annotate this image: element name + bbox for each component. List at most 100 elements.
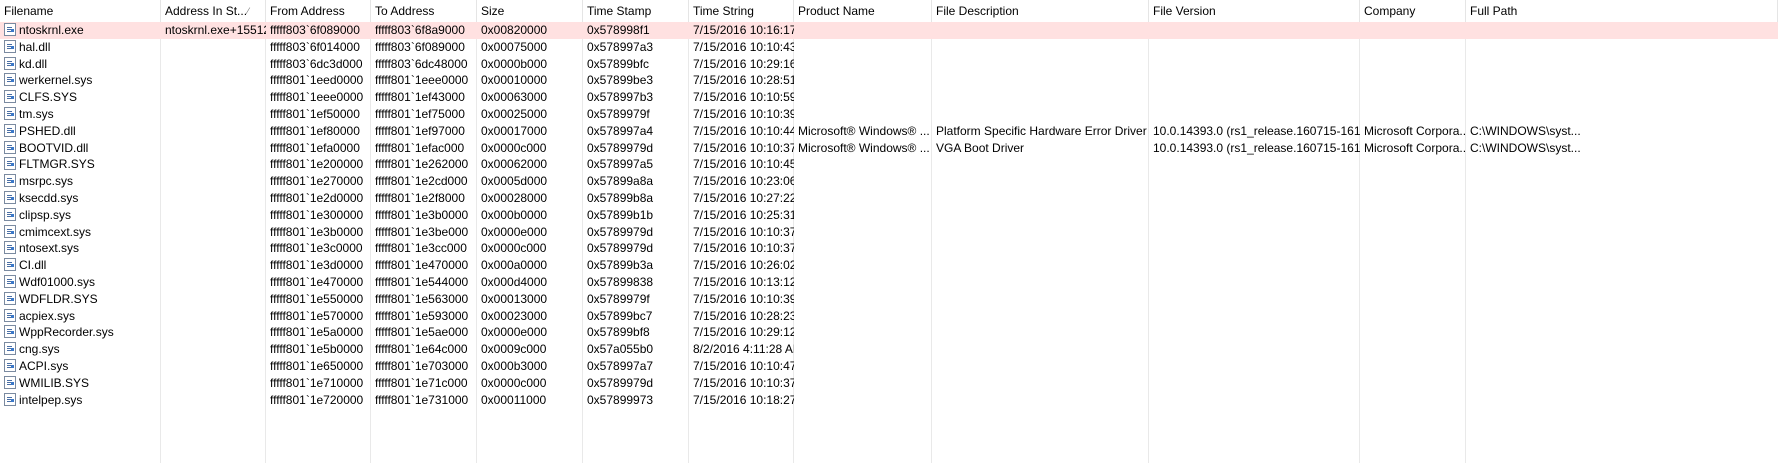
cell-text: intelpep.sys — [19, 392, 83, 407]
cell-time-string: 7/15/2016 10:18:27... — [689, 392, 794, 409]
column-header-bar: Filename Address In St... ⁄ From Address To … — [0, 0, 1778, 22]
cell-text: fffff801`1e703000 — [375, 358, 469, 373]
column-header-file-version[interactable]: File Version — [1149, 0, 1360, 22]
table-row[interactable]: kd.dll fffff803`6dc3d000 fffff803`6dc48000… — [0, 56, 1778, 73]
cell-text: VGA Boot Driver — [936, 140, 1025, 155]
cell-file-description — [932, 173, 1149, 190]
cell-text: 0x578997b3 — [587, 90, 654, 105]
cell-address-in-stack — [161, 156, 266, 173]
table-row[interactable]: clipsp.sys fffff801`1e300000 fffff801`1e3b… — [0, 207, 1778, 224]
cell-filename: kd.dll — [0, 56, 161, 73]
cell-address-in-stack — [161, 240, 266, 257]
table-row[interactable]: werkernel.sys fffff801`1eed0000 fffff801`1… — [0, 72, 1778, 89]
table-row[interactable]: ntoskrnl.exe ntoskrnl.exe+155129 fffff803`… — [0, 22, 1778, 39]
cell-file-description — [932, 190, 1149, 207]
cell-company — [1360, 392, 1466, 409]
cell-filename: tm.sys — [0, 106, 161, 123]
table-row[interactable]: CLFS.SYS fffff801`1eee0000 fffff801`1ef430… — [0, 89, 1778, 106]
cell-full-path — [1466, 89, 1778, 106]
sort-indicator-icon: ⁄ — [247, 6, 249, 16]
table-row[interactable]: msrpc.sys fffff801`1e270000 fffff801`1e2cd… — [0, 173, 1778, 190]
cell-time-stamp: 0x57899b3a — [583, 257, 689, 274]
column-header-time-string[interactable]: Time String — [689, 0, 794, 22]
column-header-label: Filename — [4, 4, 54, 18]
cell-size: 0x0000c000 — [477, 140, 583, 157]
cell-product-name — [794, 240, 932, 257]
cell-text: 0x57899bf8 — [587, 325, 650, 340]
cell-to-address: fffff801`1e544000 — [371, 274, 477, 291]
column-header-time-stamp[interactable]: Time Stamp — [583, 0, 689, 22]
cell-text: clipsp.sys — [19, 207, 72, 222]
cell-full-path — [1466, 190, 1778, 207]
table-row[interactable]: intelpep.sys fffff801`1e720000 fffff801`1e… — [0, 392, 1778, 409]
table-row[interactable]: cng.sys fffff801`1e5b0000 fffff801`1e64c00… — [0, 341, 1778, 358]
table-row[interactable]: PSHED.dll fffff801`1ef80000 fffff801`1ef97… — [0, 123, 1778, 140]
cell-text: fffff803`6f8a9000 — [375, 23, 465, 37]
cell-to-address: fffff801`1e5ae000 — [371, 324, 477, 341]
cell-text: PSHED.dll — [19, 123, 76, 138]
cell-filename: Wdf01000.sys — [0, 274, 161, 291]
cell-text: Microsoft Corpora... — [1364, 123, 1466, 138]
cell-full-path: C:\WINDOWS\syst... — [1466, 140, 1778, 157]
driver-file-icon — [4, 190, 16, 204]
cell-file-description — [932, 89, 1149, 106]
cell-from-address: fffff801`1e3c0000 — [266, 240, 371, 257]
cell-file-description — [932, 308, 1149, 325]
cell-text: 0x578998f1 — [587, 23, 650, 37]
column-header-label: Size — [481, 4, 505, 18]
cell-size: 0x0000c000 — [477, 240, 583, 257]
column-header-product-name[interactable]: Product Name — [794, 0, 932, 22]
table-row[interactable]: CI.dll fffff801`1e3d0000 fffff801`1e470000… — [0, 257, 1778, 274]
cell-product-name — [794, 190, 932, 207]
cell-text: FLTMGR.SYS — [19, 157, 95, 172]
column-header-label: Full Path — [1470, 4, 1518, 18]
cell-text: WDFLDR.SYS — [19, 291, 98, 306]
table-row[interactable]: Wdf01000.sys fffff801`1e470000 fffff801`1e… — [0, 274, 1778, 291]
cell-time-stamp: 0x578997a3 — [583, 39, 689, 56]
driver-file-icon — [4, 157, 16, 171]
table-row[interactable]: ksecdd.sys fffff801`1e2d0000 fffff801`1e2f… — [0, 190, 1778, 207]
column-header-label: Product Name — [798, 4, 875, 18]
column-header-size[interactable]: Size — [477, 0, 583, 22]
cell-text: 0x5789979d — [587, 375, 654, 390]
column-header-full-path[interactable]: Full Path — [1466, 0, 1778, 22]
column-header-address-in-stack[interactable]: Address In St... ⁄ — [161, 0, 266, 22]
table-row[interactable]: WppRecorder.sys fffff801`1e5a0000 fffff801… — [0, 324, 1778, 341]
table-row[interactable]: BOOTVID.dll fffff801`1efa0000 fffff801`1ef… — [0, 140, 1778, 157]
cell-file-description — [932, 56, 1149, 73]
cell-full-path — [1466, 392, 1778, 409]
table-row[interactable]: tm.sys fffff801`1ef50000 fffff801`1ef75000… — [0, 106, 1778, 123]
cell-text: 0x000a0000 — [481, 258, 548, 273]
cell-from-address: fffff801`1e5b0000 — [266, 341, 371, 358]
table-row[interactable]: acpiex.sys fffff801`1e570000 fffff801`1e59… — [0, 308, 1778, 325]
cell-time-string: 7/15/2016 10:10:37... — [689, 224, 794, 241]
cell-filename: PSHED.dll — [0, 123, 161, 140]
column-header-to-address[interactable]: To Address — [371, 0, 477, 22]
table-row[interactable]: ntosext.sys fffff801`1e3c0000 fffff801`1e3… — [0, 240, 1778, 257]
cell-text: fffff801`1e720000 — [270, 392, 364, 407]
cell-time-string: 7/15/2016 10:10:44... — [689, 123, 794, 140]
cell-from-address: fffff801`1e710000 — [266, 375, 371, 392]
cell-address-in-stack — [161, 106, 266, 123]
cell-to-address: fffff801`1ef97000 — [371, 123, 477, 140]
column-header-filename[interactable]: Filename — [0, 0, 161, 22]
table-row[interactable]: hal.dll fffff803`6f014000 fffff803`6f08900… — [0, 39, 1778, 56]
cell-time-stamp: 0x57899bc7 — [583, 308, 689, 325]
table-row[interactable]: WMILIB.SYS fffff801`1e710000 fffff801`1e71… — [0, 375, 1778, 392]
table-row[interactable]: ACPI.sys fffff801`1e650000 fffff801`1e7030… — [0, 358, 1778, 375]
cell-text: 0x5789979d — [587, 224, 654, 239]
table-row[interactable]: WDFLDR.SYS fffff801`1e550000 fffff801`1e56… — [0, 291, 1778, 308]
cell-from-address: fffff801`1e550000 — [266, 291, 371, 308]
driver-file-icon — [4, 207, 16, 221]
column-header-file-description[interactable]: File Description — [932, 0, 1149, 22]
cell-filename: WppRecorder.sys — [0, 324, 161, 341]
table-row[interactable]: FLTMGR.SYS fffff801`1e200000 fffff801`1e26… — [0, 156, 1778, 173]
drivers-list-view[interactable]: Filename Address In St... ⁄ From Address To … — [0, 0, 1778, 463]
column-header-from-address[interactable]: From Address — [266, 0, 371, 22]
cell-product-name: Microsoft® Windows® ... — [794, 140, 932, 157]
table-row[interactable]: cmimcext.sys fffff801`1e3b0000 fffff801`1e… — [0, 224, 1778, 241]
cell-to-address: fffff801`1efac000 — [371, 140, 477, 157]
column-header-company[interactable]: Company — [1360, 0, 1466, 22]
cell-from-address: fffff801`1ef80000 — [266, 123, 371, 140]
cell-file-version — [1149, 224, 1360, 241]
